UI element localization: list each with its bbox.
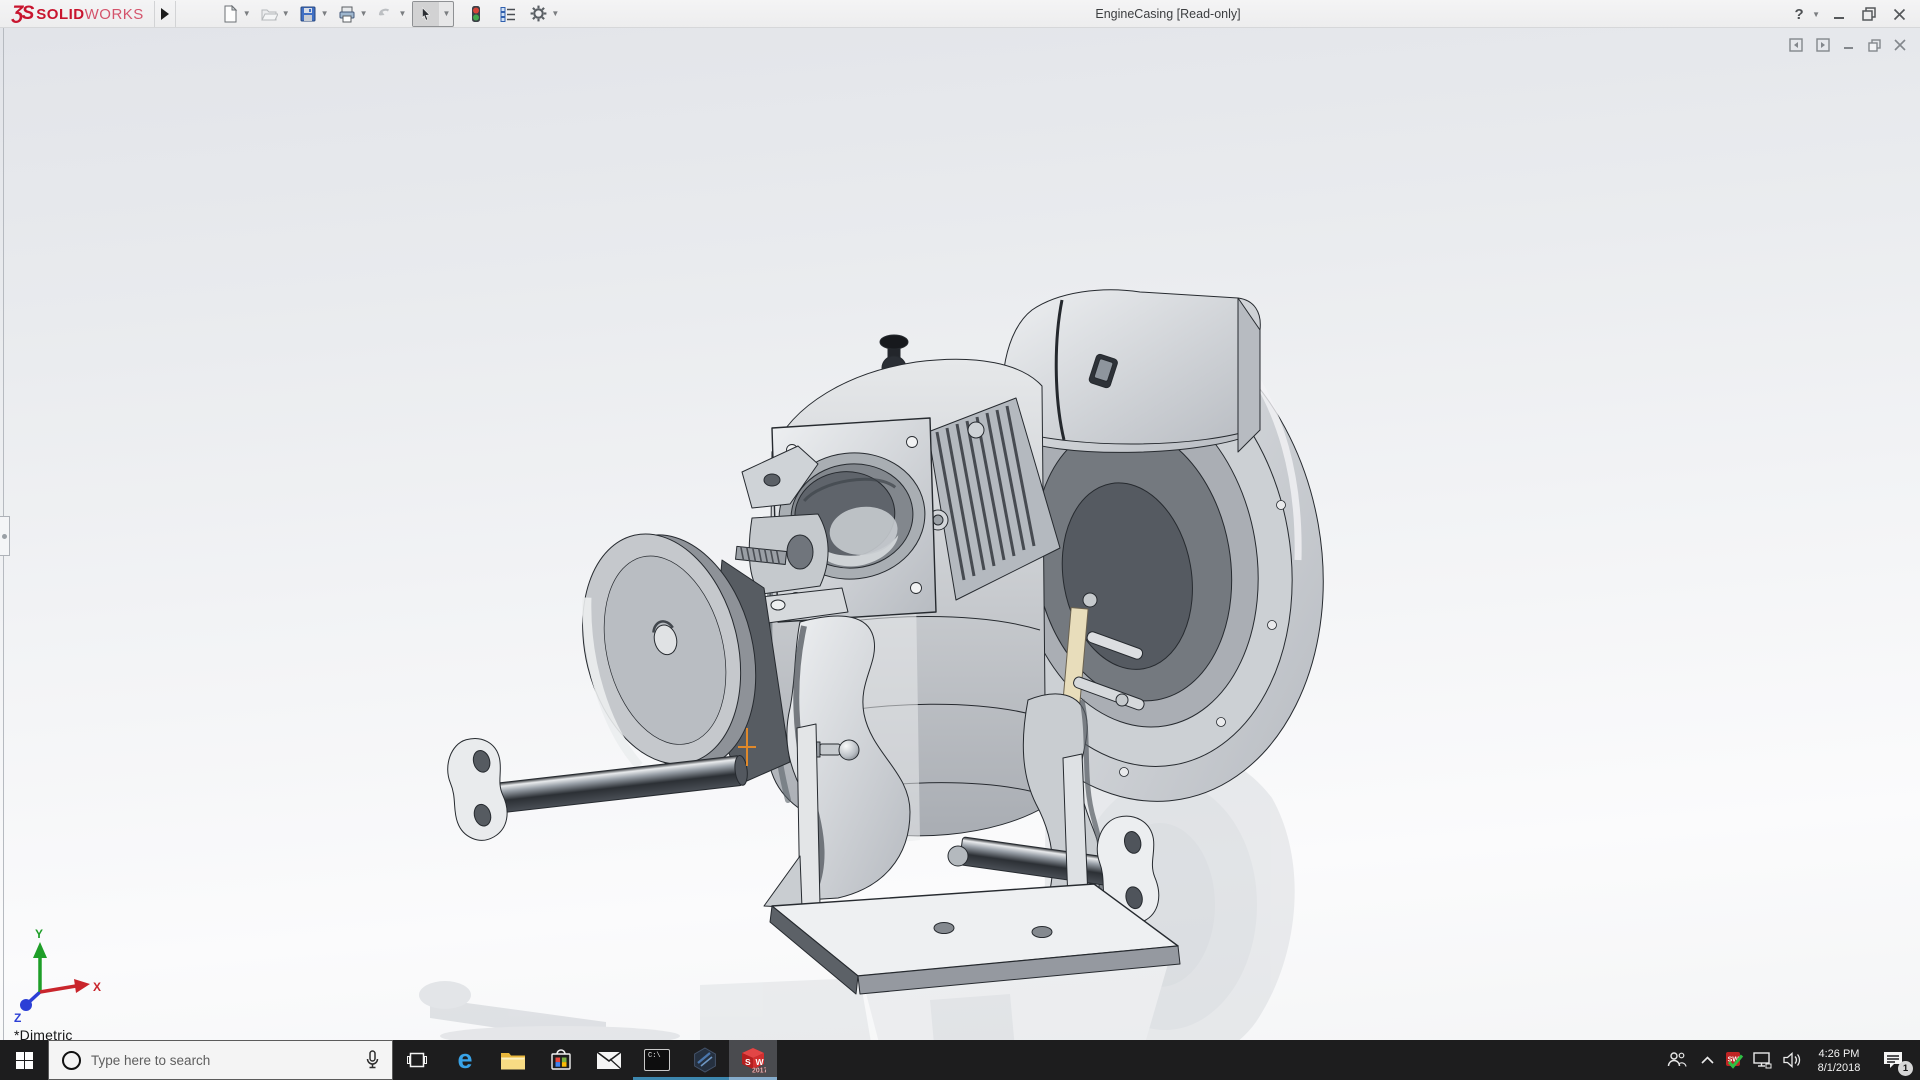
solidworks-2017-button[interactable]: S W 2017 xyxy=(729,1040,777,1080)
menu-flyout-button[interactable] xyxy=(154,1,176,27)
people-icon xyxy=(1667,1051,1687,1069)
z-axis-ball xyxy=(20,999,32,1011)
solidworks-logo-bold: SOLID xyxy=(36,6,84,23)
speaker-icon xyxy=(1783,1052,1802,1068)
open-dropdown-caret[interactable]: ▼ xyxy=(282,9,290,18)
mail-button[interactable] xyxy=(585,1040,633,1080)
minimize-button[interactable] xyxy=(1826,1,1852,27)
document-title: EngineCasing [Read-only] xyxy=(1062,7,1274,21)
print-button[interactable] xyxy=(335,2,359,26)
network-button[interactable] xyxy=(1747,1040,1777,1080)
undo-dropdown-caret[interactable]: ▼ xyxy=(398,9,406,18)
store-icon xyxy=(549,1048,573,1072)
hidden-icons-button[interactable] xyxy=(1693,1040,1721,1080)
restore-button[interactable] xyxy=(1856,1,1882,27)
next-pane-icon[interactable] xyxy=(1816,38,1830,52)
splitter-dot-icon xyxy=(2,534,7,539)
solidworks-logo-light: WORKS xyxy=(85,6,144,23)
solidworks-logo: ƷS SOLID WORKS xyxy=(12,3,144,25)
network-icon xyxy=(1753,1052,1772,1069)
open-document-button[interactable] xyxy=(257,2,281,26)
solidworks-visualize-icon xyxy=(692,1047,718,1073)
x-axis-arrow xyxy=(74,979,90,993)
new-document-button[interactable] xyxy=(218,2,242,26)
sw-letter-s: S xyxy=(745,1057,751,1067)
windows-taskbar: e xyxy=(0,1040,1920,1080)
help-button[interactable]: ? xyxy=(1786,1,1812,27)
notification-badge: 1 xyxy=(1898,1061,1913,1076)
new-dropdown-caret[interactable]: ▼ xyxy=(243,9,251,18)
print-dropdown-caret[interactable]: ▼ xyxy=(360,9,368,18)
start-button[interactable] xyxy=(0,1040,48,1080)
windows-logo-icon xyxy=(16,1052,33,1069)
save-button[interactable] xyxy=(296,2,320,26)
command-prompt-button[interactable]: C:\ xyxy=(633,1040,681,1080)
tray-time: 4:26 PM xyxy=(1818,1047,1861,1061)
sw-year: 2017 xyxy=(752,1068,766,1074)
mail-icon xyxy=(596,1051,622,1070)
document-minimize-icon[interactable] xyxy=(1843,39,1855,51)
main-toolbar: ▼ ▼ ▼ ▼ ▼ ▼ xyxy=(218,1,566,27)
document-restore-icon[interactable] xyxy=(1868,39,1881,52)
cortana-icon xyxy=(62,1051,81,1070)
engine-casing-3d-model[interactable]: Z Y X xyxy=(0,28,1920,1040)
options-button[interactable] xyxy=(526,2,550,26)
task-view-icon xyxy=(407,1051,427,1069)
file-explorer-icon xyxy=(500,1050,526,1071)
tray-date: 8/1/2018 xyxy=(1818,1061,1861,1075)
gear-icon xyxy=(529,4,548,23)
solidworks-2017-icon: S W 2017 xyxy=(740,1047,766,1073)
edge-browser-button[interactable]: e xyxy=(441,1040,489,1080)
search-input[interactable] xyxy=(91,1053,353,1068)
traffic-light-icon xyxy=(467,5,485,23)
file-properties-button[interactable] xyxy=(496,2,520,26)
cursor-icon xyxy=(418,6,434,22)
x-axis-label: X xyxy=(93,980,101,994)
task-view-button[interactable] xyxy=(393,1040,441,1080)
orientation-triad: Z Y X xyxy=(14,927,101,1025)
clock[interactable]: 4:26 PM 8/1/2018 xyxy=(1807,1040,1871,1080)
title-bar: ƷS SOLID WORKS ▼ ▼ ▼ ▼ xyxy=(0,0,1920,28)
close-button[interactable] xyxy=(1886,1,1912,27)
rebuild-button[interactable] xyxy=(464,2,488,26)
microphone-icon[interactable] xyxy=(365,1050,380,1070)
cmd-prompt-text: C:\ xyxy=(648,1052,661,1060)
file-explorer-button[interactable] xyxy=(489,1040,537,1080)
window-controls: ? ▼ xyxy=(1786,0,1912,28)
feature-manager-splitter-handle[interactable] xyxy=(0,516,10,556)
chevron-up-icon xyxy=(1701,1056,1714,1064)
y-axis-arrow xyxy=(33,942,47,958)
solidworks-logo-mark: ƷS xyxy=(12,3,32,25)
graphics-area[interactable]: Z Y X xyxy=(0,28,1920,1040)
solidworks-resource-monitor[interactable]: SW xyxy=(1721,1040,1747,1080)
store-button[interactable] xyxy=(537,1040,585,1080)
file-properties-icon xyxy=(499,5,517,23)
volume-button[interactable] xyxy=(1777,1040,1807,1080)
previous-pane-icon[interactable] xyxy=(1789,38,1803,52)
solidworks-window: Z Y X xyxy=(0,0,1920,1080)
sw-resource-monitor-icon: SW xyxy=(1725,1051,1744,1070)
select-dropdown-caret[interactable]: ▼ xyxy=(439,2,453,26)
system-tray: SW 4:2 xyxy=(1661,1040,1920,1080)
undo-button[interactable] xyxy=(373,2,397,26)
command-prompt-icon: C:\ xyxy=(644,1049,670,1071)
taskbar-search-box[interactable] xyxy=(48,1040,393,1080)
sw-letter-w: W xyxy=(756,1057,765,1067)
solidworks-visualize-button[interactable] xyxy=(681,1040,729,1080)
document-window-controls xyxy=(1789,38,1906,52)
select-tool-button[interactable]: ▼ xyxy=(412,1,454,27)
flyout-arrow-icon xyxy=(161,8,169,20)
action-center-button[interactable]: 1 xyxy=(1871,1040,1915,1080)
y-axis-label: Y xyxy=(35,927,43,941)
help-dropdown-caret[interactable]: ▼ xyxy=(1812,10,1820,19)
people-button[interactable] xyxy=(1661,1040,1693,1080)
options-dropdown-caret[interactable]: ▼ xyxy=(551,9,559,18)
document-close-icon[interactable] xyxy=(1894,39,1906,51)
save-dropdown-caret[interactable]: ▼ xyxy=(321,9,329,18)
z-axis-label: Z xyxy=(14,1011,21,1025)
edge-icon: e xyxy=(457,1046,472,1073)
